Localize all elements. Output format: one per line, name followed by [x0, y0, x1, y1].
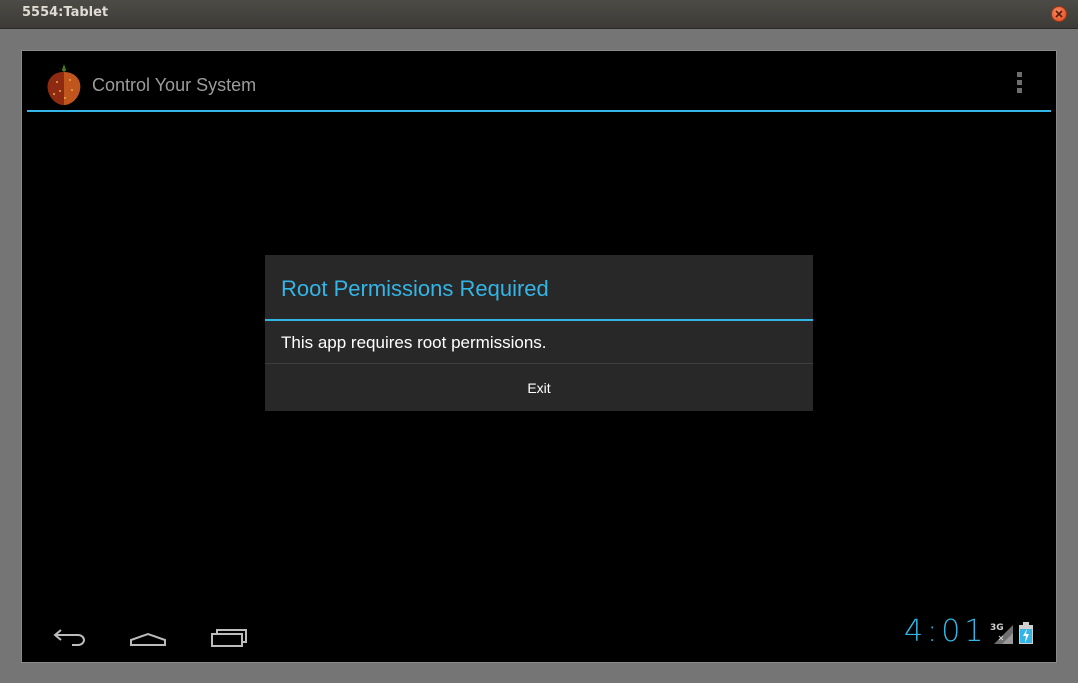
window-title: 5554:Tablet — [22, 5, 109, 20]
close-icon[interactable] — [1051, 6, 1067, 22]
strawberry-icon[interactable] — [45, 64, 83, 106]
exit-button[interactable]: Exit — [265, 364, 813, 411]
overflow-menu-icon[interactable] — [1016, 72, 1024, 98]
recent-apps-icon[interactable] — [208, 621, 252, 651]
app-title: Control Your System — [92, 75, 257, 95]
dialog-title: Root Permissions Required — [281, 276, 549, 301]
network-type-label: 3G — [990, 623, 1004, 633]
dialog-title-divider — [265, 319, 813, 321]
home-icon[interactable] — [126, 621, 170, 651]
navigation-bar — [22, 611, 1056, 662]
status-clock[interactable]: 4:01 — [904, 614, 987, 649]
root-permission-dialog: Root Permissions Required This app requi… — [265, 255, 813, 411]
device-screen: Control Your System Root Permissions Req… — [21, 50, 1057, 663]
action-bar: Control Your System — [27, 51, 1051, 112]
window-titlebar: 5554:Tablet — [0, 0, 1078, 29]
back-icon[interactable] — [48, 621, 92, 651]
dialog-message: This app requires root permissions. — [281, 333, 547, 352]
emulator-window: 5554:Tablet Control Your System Root Per… — [0, 0, 1078, 683]
battery-charging-icon — [1019, 622, 1033, 644]
